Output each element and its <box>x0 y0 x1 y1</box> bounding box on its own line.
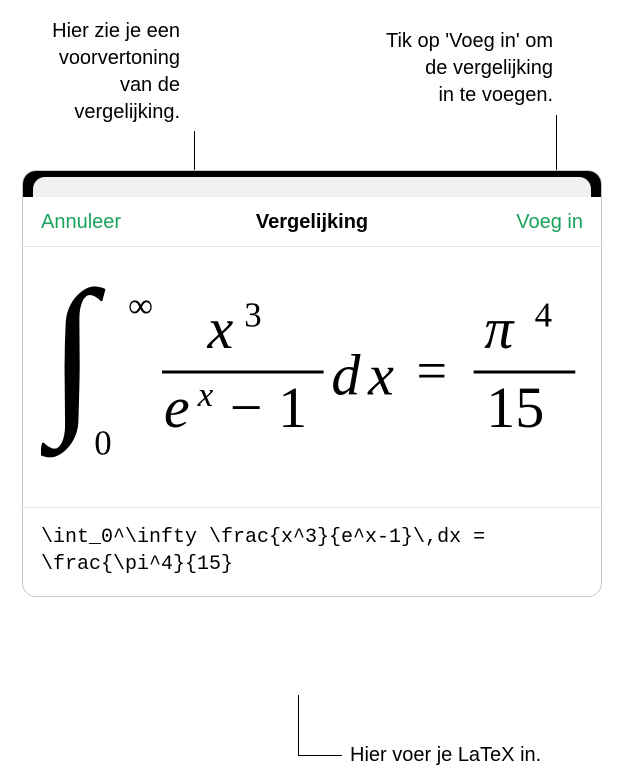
svg-text:4: 4 <box>535 296 552 335</box>
svg-text:x: x <box>206 296 233 361</box>
cancel-button[interactable]: Annuleer <box>41 211 131 234</box>
leader-line-input-h <box>298 755 342 756</box>
callout-preview: Hier zie je een voorvertoning van de ver… <box>20 18 180 126</box>
svg-text:e: e <box>164 375 190 440</box>
rendered-equation: ∫ ∞ 0 x 3 e x − 1 d x = π 4 15 <box>41 277 583 467</box>
svg-text:3: 3 <box>244 296 261 335</box>
callout-input: Hier voer je LaTeX in. <box>350 742 610 764</box>
equation-editor-dialog: Annuleer Vergelijking Voeg in ∫ ∞ 0 x 3 … <box>22 170 602 597</box>
svg-text:∞: ∞ <box>128 286 153 325</box>
svg-text:=: = <box>417 340 448 400</box>
svg-text:1: 1 <box>278 375 307 440</box>
svg-text:0: 0 <box>94 423 111 462</box>
svg-text:−: − <box>230 375 263 440</box>
svg-text:d: d <box>331 342 361 407</box>
dialog-header: Annuleer Vergelijking Voeg in <box>23 197 601 247</box>
insert-button[interactable]: Voeg in <box>493 211 583 234</box>
latex-input[interactable]: \int_0^\infty \frac{x^3}{e^x-1}\,dx = \f… <box>23 508 601 596</box>
svg-text:x: x <box>367 342 394 407</box>
svg-text:15: 15 <box>486 375 544 440</box>
callout-insert: Tik op 'Voeg in' om de vergelijking in t… <box>288 28 553 109</box>
tab-strip <box>23 171 601 197</box>
dialog-title: Vergelijking <box>131 211 493 234</box>
svg-text:π: π <box>484 296 515 361</box>
leader-line-input-v <box>298 695 299 755</box>
equation-preview: ∫ ∞ 0 x 3 e x − 1 d x = π 4 15 <box>23 247 601 508</box>
svg-text:x: x <box>197 375 214 414</box>
